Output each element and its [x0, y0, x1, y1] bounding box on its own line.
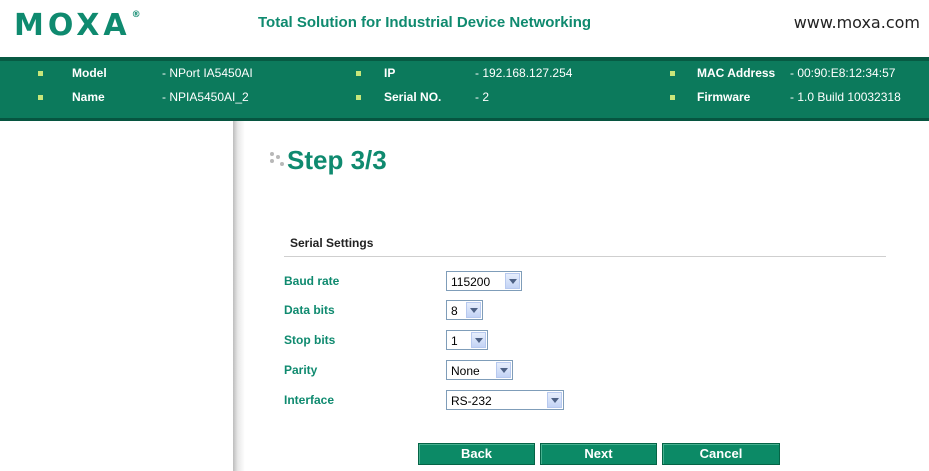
dots-icon [270, 149, 284, 169]
website-url: www.moxa.com [793, 13, 920, 32]
chevron-down-icon[interactable] [547, 392, 562, 408]
bullet-icon [38, 95, 43, 100]
logo-text: MOXA [14, 8, 131, 43]
model-label: Model [72, 66, 107, 80]
baud-rate-label: Baud rate [284, 274, 340, 288]
cancel-button[interactable]: Cancel [662, 443, 780, 465]
bullet-icon [356, 95, 361, 100]
bullet-icon [38, 71, 43, 76]
section-divider [284, 256, 886, 257]
bullet-icon [356, 71, 361, 76]
step-title-text: Step 3/3 [287, 145, 387, 175]
registered-mark: ® [131, 10, 141, 20]
moxa-logo: MOXA ® [14, 8, 141, 43]
left-sidebar [0, 121, 233, 471]
baud-rate-value: 115200 [451, 275, 491, 289]
sidebar-divider [233, 121, 245, 471]
firmware-label: Firmware [697, 90, 751, 104]
next-button[interactable]: Next [540, 443, 657, 465]
interface-value: RS-232 [451, 394, 492, 408]
data-bits-label: Data bits [284, 303, 335, 317]
infobar-top-border [0, 57, 929, 61]
mac-address-value: - 00:90:E8:12:34:57 [790, 66, 896, 80]
chevron-down-icon[interactable] [471, 332, 486, 348]
serial-number-value: - 2 [475, 90, 490, 104]
model-value: - NPort IA5450AI [162, 66, 253, 80]
ip-label: IP [384, 66, 396, 80]
serial-number-label: Serial NO. [384, 90, 442, 104]
page-title: Step 3/3 [270, 145, 387, 176]
baud-rate-select[interactable]: 115200 [446, 271, 522, 291]
firmware-value: - 1.0 Build 10032318 [790, 90, 901, 104]
name-label: Name [72, 90, 105, 104]
parity-label: Parity [284, 363, 318, 377]
bullet-icon [670, 95, 675, 100]
name-value: - NPIA5450AI_2 [162, 90, 249, 104]
parity-value: None [451, 364, 480, 378]
stop-bits-select[interactable]: 1 [446, 330, 488, 350]
section-title: Serial Settings [290, 236, 374, 250]
interface-select[interactable]: RS-232 [446, 390, 564, 410]
bullet-icon [670, 71, 675, 76]
tagline: Total Solution for Industrial Device Net… [258, 14, 592, 31]
data-bits-select[interactable]: 8 [446, 300, 483, 320]
parity-select[interactable]: None [446, 360, 513, 380]
mac-address-label: MAC Address [697, 66, 776, 80]
back-button[interactable]: Back [418, 443, 535, 465]
stop-bits-label: Stop bits [284, 333, 336, 347]
ip-value: - 192.168.127.254 [475, 66, 573, 80]
interface-label: Interface [284, 393, 335, 407]
stop-bits-value: 1 [451, 334, 458, 348]
chevron-down-icon[interactable] [505, 273, 520, 289]
chevron-down-icon[interactable] [496, 362, 511, 378]
device-info-bar: Model - NPort IA5450AI IP - 192.168.127.… [0, 57, 929, 121]
chevron-down-icon[interactable] [466, 302, 481, 318]
data-bits-value: 8 [451, 304, 458, 318]
